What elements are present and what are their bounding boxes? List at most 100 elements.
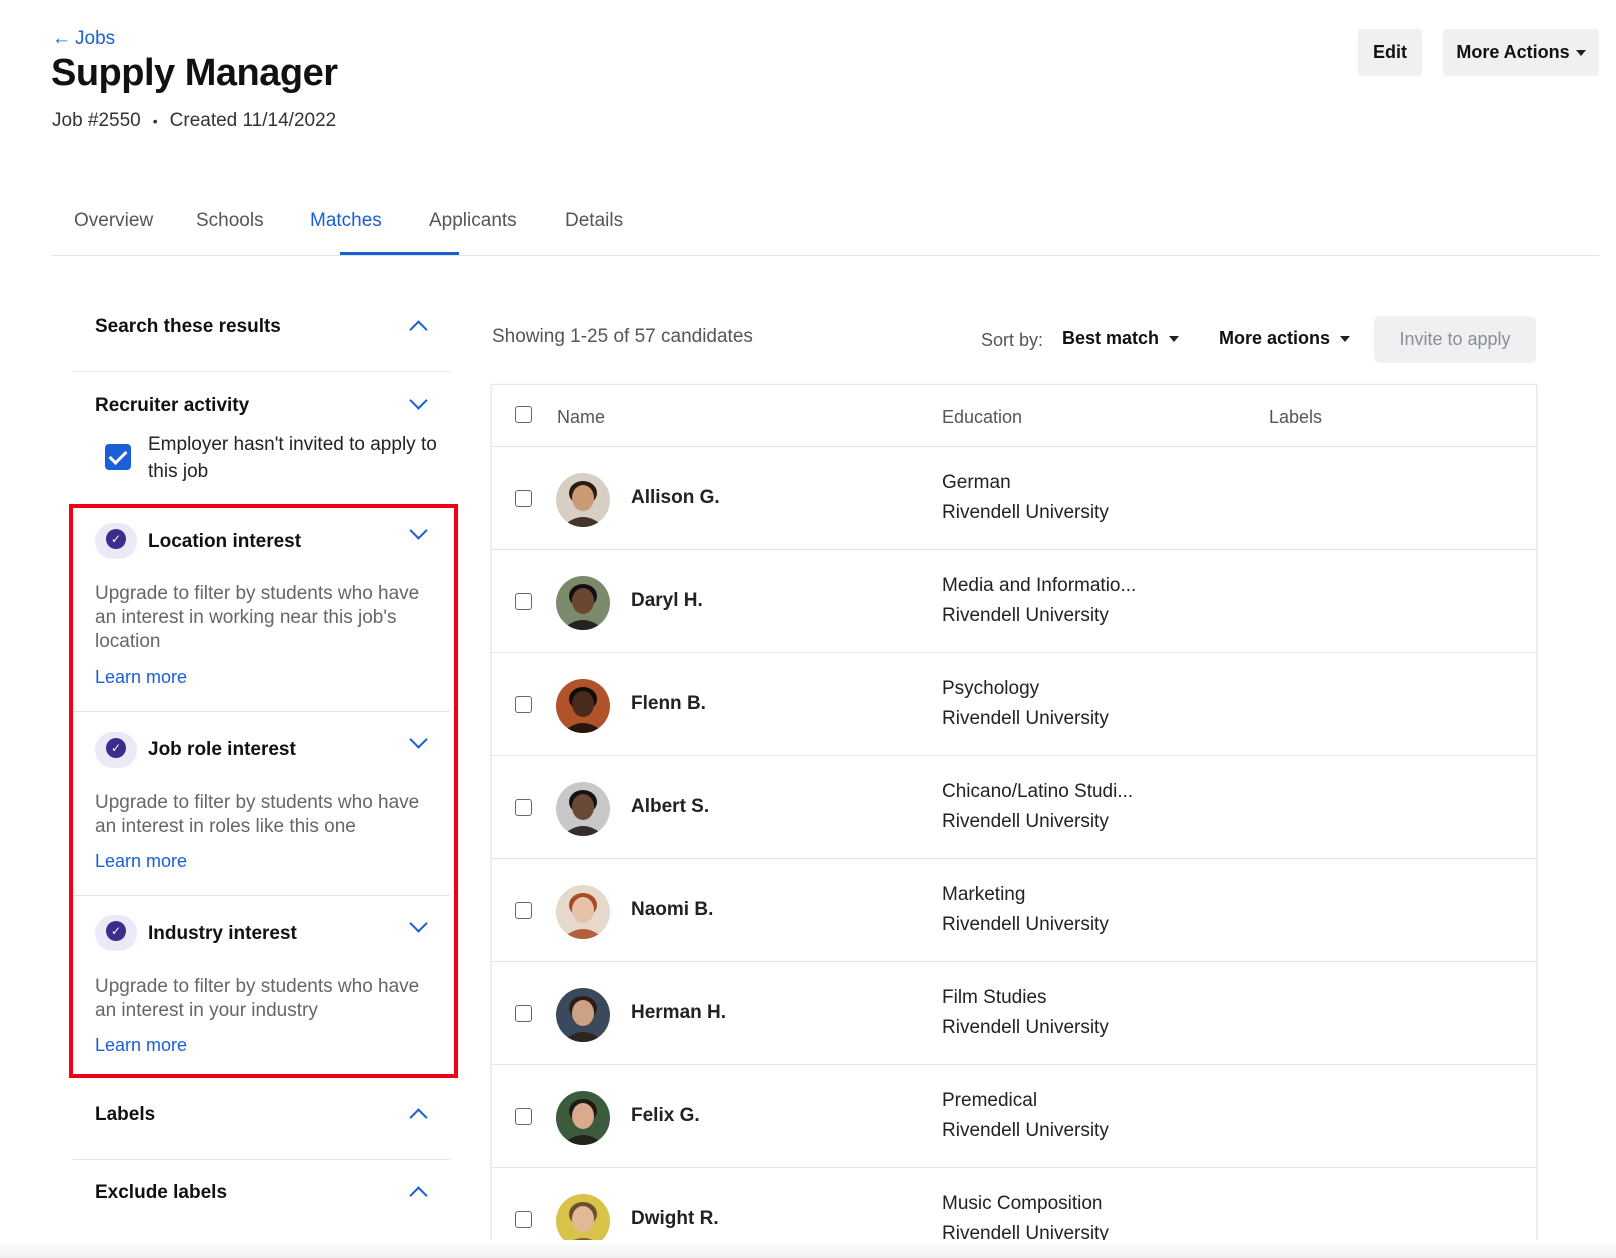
separator-dot: • xyxy=(152,113,158,129)
candidate-school: Rivendell University xyxy=(942,708,1109,729)
candidate-name[interactable]: Allison G. xyxy=(631,487,720,509)
page-title: Supply Manager xyxy=(51,52,338,94)
select-all-checkbox[interactable] xyxy=(515,406,532,423)
exclude-labels-filter-header[interactable]: Exclude labels xyxy=(95,1182,227,1204)
candidate-name[interactable]: Herman H. xyxy=(631,1002,726,1024)
premium-badge-icon xyxy=(95,915,137,951)
chevron-up-icon[interactable] xyxy=(409,1186,428,1205)
back-to-jobs-link[interactable]: ← Jobs xyxy=(52,28,115,50)
candidate-school: Rivendell University xyxy=(942,502,1109,523)
location-interest-learn-more-link[interactable]: Learn more xyxy=(95,667,187,688)
divider xyxy=(73,711,450,712)
candidate-major: Music Composition xyxy=(942,1193,1103,1214)
avatar[interactable] xyxy=(556,473,610,527)
candidates-table: Name Education Labels Allison G. German Ri… xyxy=(491,384,1537,1258)
tab-matches[interactable]: Matches xyxy=(310,210,382,232)
row-checkbox[interactable] xyxy=(515,1108,532,1125)
job-number: Job #2550 xyxy=(52,110,141,131)
row-checkbox[interactable] xyxy=(515,1005,532,1022)
table-row[interactable]: Felix G. Premedical Rivendell University xyxy=(492,1065,1536,1168)
avatar[interactable] xyxy=(556,1091,610,1145)
caret-down-icon xyxy=(1575,49,1586,56)
candidate-major: Media and Informatio... xyxy=(942,575,1137,596)
sort-dropdown[interactable]: Best match xyxy=(1062,328,1180,349)
sort-label: Sort by: xyxy=(981,330,1044,350)
edit-button[interactable]: Edit xyxy=(1358,29,1422,76)
tab-details[interactable]: Details xyxy=(565,210,623,232)
caret-down-icon xyxy=(1340,335,1351,342)
chevron-up-icon[interactable] xyxy=(409,1108,428,1127)
industry-interest-desc: Upgrade to filter by students who have a… xyxy=(95,976,420,1021)
results-count: Showing 1-25 of 57 candidates xyxy=(492,326,753,347)
table-row[interactable]: Allison G. German Rivendell University xyxy=(492,447,1536,550)
candidate-name[interactable]: Albert S. xyxy=(631,796,709,818)
row-checkbox[interactable] xyxy=(515,696,532,713)
candidate-major: Marketing xyxy=(942,884,1026,905)
column-header-name[interactable]: Name xyxy=(557,407,605,428)
table-row[interactable]: Naomi B. Marketing Rivendell University xyxy=(492,859,1536,962)
candidate-school: Rivendell University xyxy=(942,1017,1109,1038)
table-row[interactable]: Albert S. Chicano/Latino Studi... Rivendel… xyxy=(492,756,1536,859)
divider xyxy=(73,895,450,896)
avatar[interactable] xyxy=(556,679,610,733)
table-row[interactable]: Daryl H. Media and Informatio... Rivendell… xyxy=(492,550,1536,653)
industry-interest-header[interactable]: Industry interest xyxy=(148,923,297,945)
row-checkbox[interactable] xyxy=(515,902,532,919)
premium-badge-icon xyxy=(95,523,137,559)
avatar[interactable] xyxy=(556,988,610,1042)
row-checkbox[interactable] xyxy=(515,490,532,507)
tab-overview[interactable]: Overview xyxy=(74,210,153,232)
candidate-major: Psychology xyxy=(942,678,1040,699)
row-checkbox[interactable] xyxy=(515,799,532,816)
job-role-interest-learn-more-link[interactable]: Learn more xyxy=(95,851,187,872)
divider xyxy=(73,1159,450,1160)
caret-down-icon xyxy=(1169,335,1180,342)
row-checkbox[interactable] xyxy=(515,593,532,610)
candidate-major: Film Studies xyxy=(942,987,1047,1008)
search-results-filter-header[interactable]: Search these results xyxy=(95,316,281,338)
chevron-down-icon[interactable] xyxy=(409,391,428,410)
labels-filter-header[interactable]: Labels xyxy=(95,1104,155,1126)
employer-not-invited-label: Employer hasn't invited to apply to this… xyxy=(148,434,437,482)
recruiter-activity-filter-header[interactable]: Recruiter activity xyxy=(95,395,249,417)
candidate-school: Rivendell University xyxy=(942,914,1109,935)
job-role-interest-desc: Upgrade to filter by students who have a… xyxy=(95,792,420,837)
candidate-school: Rivendell University xyxy=(942,1120,1109,1141)
industry-interest-learn-more-link[interactable]: Learn more xyxy=(95,1035,187,1056)
active-tab-indicator xyxy=(340,252,459,255)
candidate-name[interactable]: Dwight R. xyxy=(631,1208,719,1230)
candidate-school: Rivendell University xyxy=(942,605,1109,626)
job-role-interest-header[interactable]: Job role interest xyxy=(148,739,296,761)
candidate-major: Premedical xyxy=(942,1090,1038,1111)
table-header: Name Education Labels xyxy=(492,385,1536,447)
more-actions-button[interactable]: More Actions xyxy=(1443,29,1599,76)
premium-badge-icon xyxy=(95,732,137,768)
candidate-major: Chicano/Latino Studi... xyxy=(942,781,1134,802)
row-checkbox[interactable] xyxy=(515,1211,532,1228)
candidate-name[interactable]: Daryl H. xyxy=(631,590,703,612)
back-link-label: Jobs xyxy=(75,28,116,49)
tab-schools[interactable]: Schools xyxy=(196,210,264,232)
candidate-school: Rivendell University xyxy=(942,811,1109,832)
employer-not-invited-checkbox[interactable] xyxy=(105,444,131,470)
candidate-name[interactable]: Flenn B. xyxy=(631,693,706,715)
location-interest-desc: Upgrade to filter by students who have a… xyxy=(95,583,420,652)
results-more-actions-dropdown[interactable]: More actions xyxy=(1219,328,1351,349)
avatar[interactable] xyxy=(556,576,610,630)
arrow-left-icon: ← xyxy=(52,28,71,49)
avatar[interactable] xyxy=(556,782,610,836)
candidate-name[interactable]: Felix G. xyxy=(631,1105,700,1127)
column-header-education: Education xyxy=(942,407,1023,427)
job-meta: Job #2550 • Created 11/14/2022 xyxy=(52,110,336,132)
chevron-up-icon[interactable] xyxy=(409,320,428,339)
table-row[interactable]: Herman H. Film Studies Rivendell Universit… xyxy=(492,962,1536,1065)
table-row[interactable]: Flenn B. Psychology Rivendell University xyxy=(492,653,1536,756)
invite-to-apply-button[interactable]: Invite to apply xyxy=(1374,316,1536,363)
tab-applicants[interactable]: Applicants xyxy=(429,210,517,232)
divider xyxy=(73,371,450,372)
avatar[interactable] xyxy=(556,885,610,939)
created-date: Created 11/14/2022 xyxy=(169,110,337,131)
job-tabs: Overview Schools Matches Applicants Deta… xyxy=(52,196,1599,256)
location-interest-header[interactable]: Location interest xyxy=(148,531,301,553)
candidate-name[interactable]: Naomi B. xyxy=(631,899,713,921)
